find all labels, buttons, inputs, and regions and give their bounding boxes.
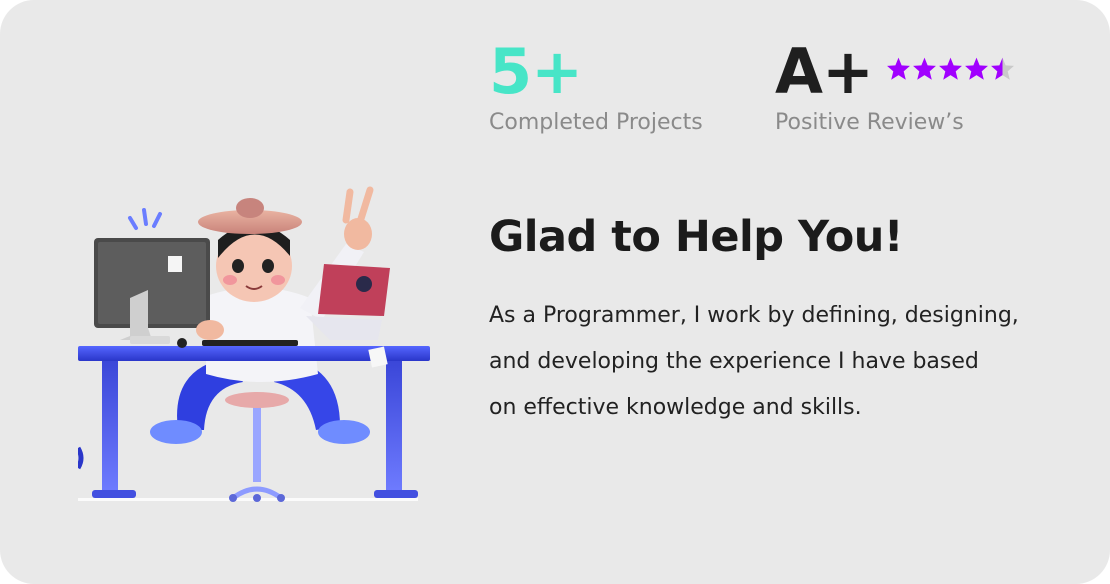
rating-stars xyxy=(886,56,1016,81)
stat-value: 5+ xyxy=(489,35,583,108)
paragraph-line: and developing the experience I have bas… xyxy=(489,349,979,374)
star-icon xyxy=(965,57,988,80)
hero-card: 5+ Completed Projects A+ Positive Review… xyxy=(0,0,1110,584)
stat-label: Completed Projects xyxy=(489,110,703,135)
page-title: Glad to Help You! xyxy=(489,212,903,262)
stat-label: Positive Review’s xyxy=(775,110,964,135)
stat-completed-projects: 5+ Completed Projects xyxy=(489,35,703,136)
programmer-at-desk-illustration xyxy=(75,168,430,503)
paragraph-line: As a Programmer, I work by defining, des… xyxy=(489,303,1019,328)
star-icon xyxy=(887,57,910,80)
paragraph-line: on effective knowledge and skills. xyxy=(489,395,862,420)
star-icon xyxy=(939,57,962,80)
stat-value: A+ xyxy=(775,35,874,108)
star-icon xyxy=(991,57,1014,80)
stat-positive-reviews: A+ Positive Review’s xyxy=(775,38,1016,135)
star-icon xyxy=(913,57,936,80)
intro-paragraph: As a Programmer, I work by defining, des… xyxy=(489,293,1079,431)
